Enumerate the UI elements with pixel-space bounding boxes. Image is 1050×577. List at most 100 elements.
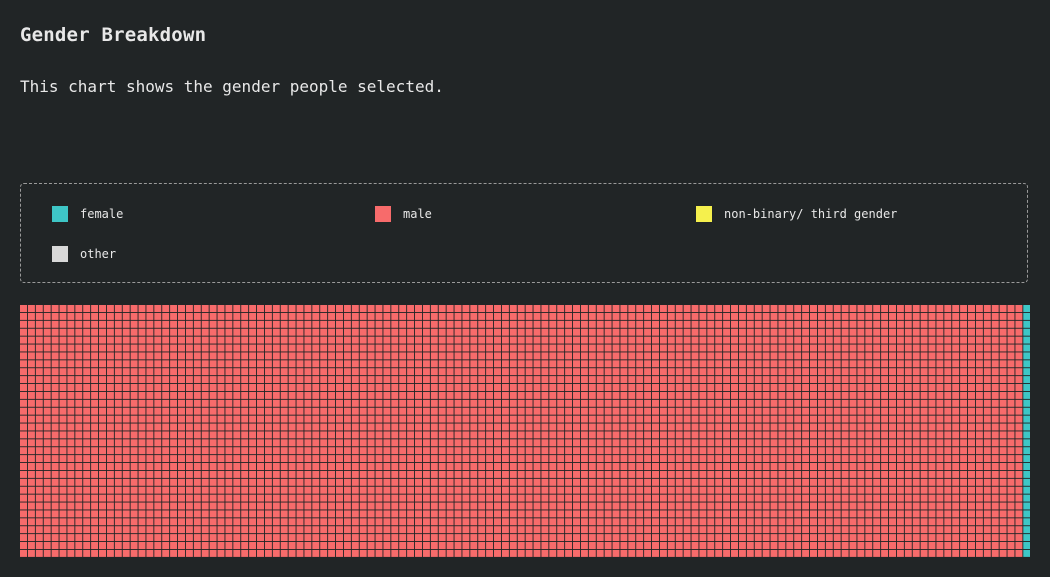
waffle-cell-male	[596, 439, 604, 447]
waffle-cell-male	[114, 407, 122, 415]
waffle-cell-male	[841, 431, 849, 439]
legend-item-non-binary[interactable]: non-binary/ third gender	[696, 206, 897, 222]
waffle-cell-male	[881, 439, 889, 447]
waffle-cell-male	[786, 320, 794, 328]
waffle-cell-male	[596, 328, 604, 336]
waffle-cell-male	[659, 376, 667, 384]
waffle-cell-male	[193, 384, 201, 391]
waffle-cell-male	[794, 549, 802, 557]
waffle-cell-male	[770, 549, 778, 557]
waffle-cell-male	[881, 431, 889, 439]
waffle-cell-male	[699, 470, 707, 478]
waffle-cell-male	[99, 399, 106, 407]
waffle-cell-male	[794, 336, 802, 344]
waffle-cell-male	[580, 478, 588, 486]
waffle-cell-male	[415, 526, 422, 534]
waffle-cell-male	[968, 526, 975, 534]
waffle-cell-male	[644, 502, 652, 510]
waffle-cell-male	[91, 463, 99, 470]
waffle-cell-male	[336, 376, 343, 384]
waffle-cell-male	[264, 368, 272, 376]
waffle-cell-male	[154, 376, 162, 384]
waffle-cell-male	[754, 486, 762, 494]
waffle-cell-male	[667, 336, 675, 344]
waffle-cell-male	[494, 431, 501, 439]
waffle-cell-male	[936, 384, 944, 391]
waffle-cell-male	[975, 336, 983, 344]
waffle-cell-male	[636, 549, 644, 557]
waffle-cell-male	[343, 312, 351, 320]
waffle-cell-male	[533, 463, 541, 470]
waffle-cell-male	[83, 336, 91, 344]
waffle-cell-male	[438, 510, 446, 518]
waffle-cell-male	[849, 455, 857, 463]
waffle-cell-male	[659, 502, 667, 510]
waffle-cell-male	[509, 510, 517, 518]
waffle-cell-male	[336, 526, 343, 534]
legend-item-male[interactable]: male	[375, 206, 432, 222]
waffle-cell-male	[178, 360, 185, 368]
waffle-cell-male	[233, 542, 241, 549]
waffle-cell-male	[75, 305, 83, 312]
waffle-cell-male	[991, 463, 999, 470]
waffle-cell-male	[565, 439, 573, 447]
waffle-cell-male	[833, 305, 841, 312]
waffle-cell-male	[699, 399, 707, 407]
legend-item-female[interactable]: female	[52, 206, 123, 222]
legend-item-other[interactable]: other	[52, 246, 116, 262]
waffle-cell-male	[881, 415, 889, 423]
waffle-cell-male	[201, 305, 209, 312]
waffle-cell-male	[106, 305, 114, 312]
waffle-cell-male	[1007, 320, 1015, 328]
waffle-cell-male	[857, 463, 865, 470]
waffle-cell-male	[35, 510, 43, 518]
waffle-cell-male	[825, 518, 833, 526]
waffle-cell-male	[312, 312, 320, 320]
waffle-cell-male	[786, 510, 794, 518]
waffle-cell-male	[501, 352, 509, 360]
waffle-cell-male	[731, 376, 738, 384]
waffle-cell-male	[225, 344, 233, 352]
waffle-cell-male	[810, 439, 817, 447]
waffle-cell-male	[833, 376, 841, 384]
waffle-cell-male	[312, 549, 320, 557]
waffle-cell-male	[399, 320, 407, 328]
waffle-cell-male	[960, 391, 968, 399]
waffle-cell-male	[565, 312, 573, 320]
waffle-cell-male	[43, 534, 51, 542]
waffle-cell-male	[525, 542, 533, 549]
waffle-cell-male	[130, 447, 138, 455]
waffle-cell-male	[351, 328, 359, 336]
waffle-cell-male	[178, 305, 185, 312]
waffle-cell-male	[75, 360, 83, 368]
waffle-cell-male	[904, 384, 912, 391]
waffle-cell-male	[27, 494, 35, 502]
waffle-cell-male	[257, 447, 264, 455]
waffle-cell-male	[241, 376, 249, 384]
waffle-cell-male	[944, 360, 952, 368]
waffle-cell-male	[304, 423, 312, 431]
waffle-cell-male	[715, 502, 723, 510]
waffle-cell-male	[960, 320, 968, 328]
waffle-cell-male	[122, 455, 130, 463]
waffle-cell-male	[20, 407, 27, 415]
waffle-cell-male	[667, 328, 675, 336]
waffle-cell-male	[596, 431, 604, 439]
waffle-cell-male	[833, 542, 841, 549]
waffle-cell-male	[178, 415, 185, 423]
waffle-cell-male	[383, 352, 391, 360]
waffle-cell-male	[620, 407, 628, 415]
waffle-cell-male	[557, 542, 565, 549]
waffle-cell-male	[565, 328, 573, 336]
waffle-cell-male	[896, 534, 904, 542]
waffle-cell-male	[778, 415, 786, 423]
waffle-cell-male	[51, 360, 59, 368]
waffle-cell-male	[983, 368, 991, 376]
waffle-cell-male	[778, 447, 786, 455]
waffle-cell-male	[833, 384, 841, 391]
waffle-cell-male	[857, 486, 865, 494]
waffle-cell-male	[509, 399, 517, 407]
waffle-cell-male	[549, 376, 557, 384]
waffle-cell-male	[573, 439, 580, 447]
waffle-cell-male	[59, 518, 67, 526]
